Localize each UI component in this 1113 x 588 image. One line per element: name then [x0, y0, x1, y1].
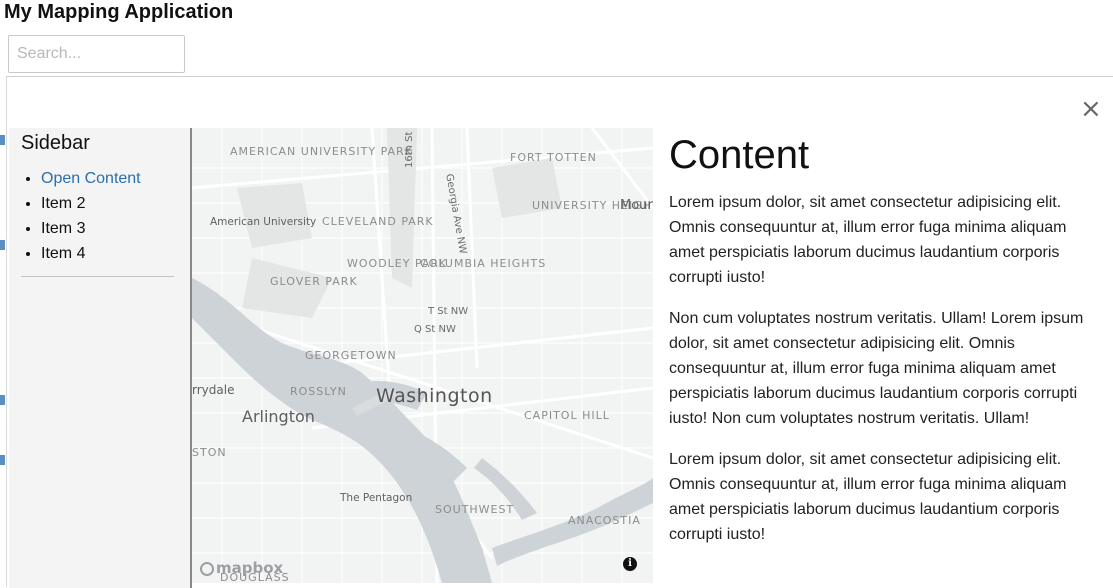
sidebar-title: Sidebar: [21, 132, 90, 154]
label-georgetown: GEORGETOWN: [305, 349, 397, 362]
content-paragraph: Lorem ipsum dolor, sit amet consectetur …: [669, 194, 1067, 286]
label-rosslyn: ROSSLYN: [290, 385, 347, 398]
label-ston: STON: [192, 446, 227, 459]
label-american-university: American University: [210, 216, 317, 228]
label-q-st: Q St NW: [414, 324, 456, 335]
background-fragment: [0, 135, 5, 145]
sidebar-item-2: Item 2: [41, 191, 141, 216]
sidebar-list: Open Content Item 2 Item 3 Item 4: [21, 166, 141, 266]
label-mount: Mour: [620, 198, 653, 213]
content-title: Content: [669, 133, 810, 177]
label-rrydale: rrydale: [192, 383, 235, 397]
content-area: Content Lorem ipsum dolor, sit amet cons…: [669, 133, 1089, 563]
mapbox-logo[interactable]: mapbox: [200, 559, 283, 577]
label-woodley-park: WOODLEY PARK: [347, 257, 448, 270]
label-columbia-heights: COLUMBIA HEIGHTS: [420, 257, 547, 270]
mapbox-logo-text: mapbox: [216, 559, 284, 577]
sidebar-item-open-content: Open Content: [41, 166, 141, 191]
sidebar: Sidebar Open Content Item 2 Item 3 Item …: [9, 128, 192, 588]
label-cleveland-park: CLEVELAND PARK: [322, 215, 434, 228]
sidebar-divider: [21, 276, 174, 277]
background-fragment: [0, 395, 5, 405]
label-arlington: Arlington: [242, 407, 315, 426]
label-pentagon: The Pentagon: [340, 492, 413, 504]
open-content-link[interactable]: Open Content: [41, 170, 141, 187]
label-glover-park: GLOVER PARK: [270, 275, 358, 288]
sidebar-item-3: Item 3: [41, 216, 141, 241]
content-paragraph: Lorem ipsum dolor, sit amet consectetur …: [669, 451, 1067, 543]
content-paragraph: Non cum voluptates nostrum veritatis. Ul…: [669, 310, 1084, 427]
label-16th-st: 16th St NW: [404, 128, 415, 168]
mapbox-logo-icon: [200, 562, 214, 576]
label-american-university-park: AMERICAN UNIVERSITY PARK: [230, 145, 413, 158]
info-icon[interactable]: i: [623, 557, 637, 571]
label-anacostia: ANACOSTIA: [568, 514, 641, 527]
label-southwest: SOUTHWEST: [435, 503, 515, 516]
close-button[interactable]: ×: [1080, 96, 1102, 122]
label-fort-totten: FORT TOTTEN: [510, 151, 597, 164]
sidebar-item-4: Item 4: [41, 241, 141, 266]
label-t-st: T St NW: [428, 306, 469, 317]
label-washington: Washington: [376, 385, 493, 407]
app-title: My Mapping Application: [4, 1, 234, 23]
label-capitol-hill: CAPITOL HILL: [524, 409, 610, 422]
background-fragment: [0, 240, 5, 250]
content-panel: × Sidebar Open Content Item 2 Item 3 Ite…: [6, 76, 1113, 588]
label-university-heights: UNIVERSITY HEIGHTS: [532, 199, 653, 212]
map-view[interactable]: AMERICAN UNIVERSITY PARK FORT TOTTEN UNI…: [192, 128, 653, 583]
search-input[interactable]: [8, 35, 185, 73]
background-fragment: [0, 455, 5, 465]
